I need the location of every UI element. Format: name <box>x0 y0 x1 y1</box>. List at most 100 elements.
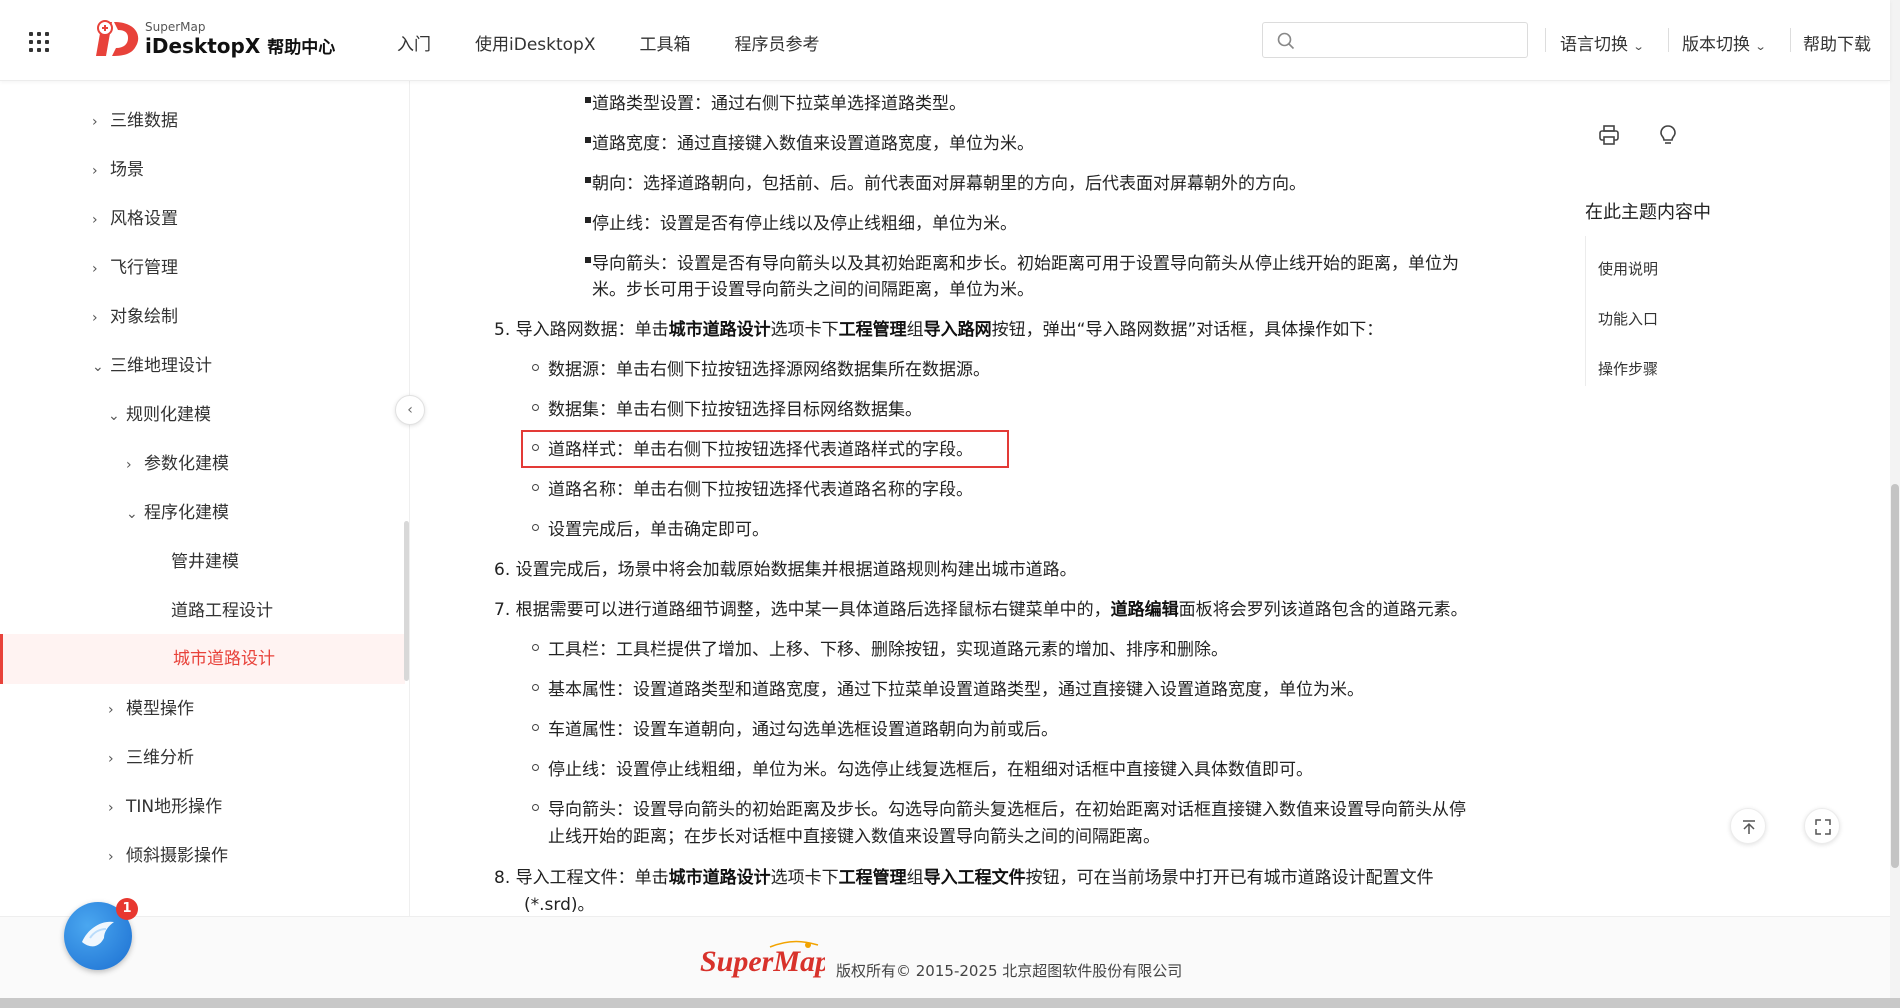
sidebar-item-3d-geodesign[interactable]: ⌄ 三维地理设计 <box>92 344 212 388</box>
apps-grid-icon[interactable] <box>29 32 49 52</box>
top-header: SuperMap iDesktopX 帮助中心 入门 使用iDesktopX 工… <box>0 0 1890 81</box>
toc-item-entry[interactable]: 功能入口 <box>1598 308 1658 329</box>
keyword: 工程管理 <box>838 868 907 888</box>
step-5: 5. 导入路网数据：单击城市道路设计选项卡下工程管理组导入路网按钮，弹出“导入路… <box>494 315 1383 340</box>
sidebar-item-road-engineering-design[interactable]: 道路工程设计 <box>171 589 273 633</box>
keyword: 城市道路设计 <box>668 320 771 340</box>
chevron-down-icon: ⌄ <box>1754 40 1767 53</box>
step-number: 5. <box>494 320 511 340</box>
help-download-link[interactable]: 帮助下载 <box>1803 30 1871 55</box>
bullet-circle <box>532 404 539 411</box>
brand-small: SuperMap <box>145 20 206 34</box>
lightbulb-icon[interactable] <box>1658 124 1678 146</box>
item-lane-properties: 车道属性：设置车道朝向，通过勾选单选框设置道路朝向为前或后。 <box>548 720 1058 740</box>
sidebar-item-scene[interactable]: › 场景 <box>92 148 144 192</box>
bullet-road-type: 道路类型设置：通过右侧下拉菜单选择道路类型。 <box>592 94 966 114</box>
copyright-text: 版权所有© 2015-2025 北京超图软件股份有限公司 <box>836 962 1183 980</box>
sidebar-item-label: 三维数据 <box>110 111 178 131</box>
bullet-stop-line: 停止线：设置是否有停止线以及停止线粗细，单位为米。 <box>592 214 1017 234</box>
bullet-guide-arrow-cont: 米。步长可用于设置导向箭头之间的间隔距离，单位为米。 <box>592 280 1034 300</box>
nav-using-idesktopx[interactable]: 使用iDesktopX <box>475 30 595 55</box>
step-text: 选项卡下 <box>770 320 839 340</box>
sidebar-item-3d-analysis[interactable]: › 三维分析 <box>108 736 194 780</box>
toc-title: 在此主题内容中 <box>1585 202 1711 223</box>
sidebar-item-label: 程序化建模 <box>144 503 229 523</box>
bullet-guide-arrow: 导向箭头：设置是否有导向箭头以及其初始距离和步长。初始距离可用于设置导向箭头从停… <box>592 254 1459 274</box>
step-text: 选项卡下 <box>770 868 839 888</box>
sidebar-item-label: 模型操作 <box>126 699 194 719</box>
header-divider <box>1668 28 1669 52</box>
version-switch-label: 版本切换 <box>1682 35 1750 55</box>
step-text: 按钮，弹出“导入路网数据”对话框，具体操作如下： <box>991 320 1384 340</box>
keyword: 导入路网 <box>923 320 992 340</box>
sidebar-item-tin-terrain[interactable]: › TIN地形操作 <box>108 785 222 829</box>
chevron-down-icon: ⌄ <box>108 408 120 424</box>
item-finish: 设置完成后，单击确定即可。 <box>548 520 769 540</box>
sidebar-item-label: 三维地理设计 <box>110 356 212 376</box>
chevron-down-icon: ⌄ <box>126 506 138 522</box>
sidebar-item-style-settings[interactable]: › 风格设置 <box>92 197 178 241</box>
bullet-circle <box>532 364 539 371</box>
bullet-circle <box>532 484 539 491</box>
step-number: 7. <box>494 600 511 620</box>
sidebar-item-label: 场景 <box>110 160 144 180</box>
supermap-logo: SuperMap <box>700 940 825 978</box>
item-toolbar: 工具栏：工具栏提供了增加、上移、下移、删除按钮，实现道路元素的增加、排序和删除。 <box>548 640 1228 660</box>
chevron-down-icon: ⌄ <box>1632 40 1645 53</box>
step-text: 组 <box>906 868 924 888</box>
search-input[interactable] <box>1303 27 1519 53</box>
back-to-top-button[interactable] <box>1730 808 1766 844</box>
item-dataset: 数据集：单击右侧下拉按钮选择目标网络数据集。 <box>548 400 922 420</box>
chevron-right-icon: › <box>108 849 114 865</box>
step-text: 组 <box>906 320 924 340</box>
sidebar-scrollbar[interactable] <box>404 521 409 681</box>
arrow-up-icon <box>1743 820 1755 834</box>
bullet-circle <box>532 444 539 451</box>
toc-item-usage[interactable]: 使用说明 <box>1598 258 1658 279</box>
brand-suffix: 帮助中心 <box>267 38 336 58</box>
item-guide-arrow-cont: 止线开始的距离；在步长对话框中直接键入数值来设置导向箭头之间的间隔距离。 <box>548 827 1160 847</box>
brand-name: iDesktopX <box>145 34 261 58</box>
sidebar-item-3d-data[interactable]: › 三维数据 <box>92 99 178 143</box>
bullet-road-width: 道路宽度：通过直接键入数值来设置道路宽度，单位为米。 <box>592 134 1034 154</box>
step-text: 导入工程文件：单击 <box>515 868 669 888</box>
keyword: 工程管理 <box>838 320 907 340</box>
print-icon[interactable] <box>1598 124 1620 146</box>
item-road-name: 道路名称：单击右侧下拉按钮选择代表道路名称的字段。 <box>548 480 973 500</box>
bullet-circle <box>532 684 539 691</box>
sidebar-item-rule-modeling[interactable]: ⌄ 规则化建模 <box>108 393 211 437</box>
search-box[interactable] <box>1262 22 1528 58</box>
sidebar-item-object-drawing[interactable]: › 对象绘制 <box>92 295 178 339</box>
expand-icon <box>1815 819 1831 835</box>
search-icon <box>1277 32 1295 50</box>
brand[interactable]: SuperMap iDesktopX 帮助中心 <box>145 20 335 60</box>
nav-getting-started[interactable]: 入门 <box>397 30 431 55</box>
item-basic-properties: 基本属性：设置道路类型和道路宽度，通过下拉菜单设置道路类型，通过直接键入设置道路… <box>548 680 1364 700</box>
sidebar-nav: › 三维数据 › 场景 › 风格设置 › 飞行管理 › 对象绘制 ⌄ 三维地理设计 ⌄ 规则化… <box>0 81 410 916</box>
chevron-right-icon: › <box>92 261 98 277</box>
sidebar-item-procedural-modeling[interactable]: ⌄ 程序化建模 <box>126 491 229 535</box>
footer: SuperMap 版权所有© 2015-2025 北京超图软件股份有限公司 <box>0 916 1890 998</box>
fullscreen-button[interactable] <box>1804 808 1840 844</box>
nav-programmer-reference[interactable]: 程序员参考 <box>734 30 819 55</box>
collapse-sidebar-button[interactable]: ‹ <box>395 395 425 425</box>
keyword: 导入工程文件 <box>923 868 1026 888</box>
page-scrollbar-thumb[interactable] <box>1891 484 1899 868</box>
keyword: 城市道路设计 <box>668 868 771 888</box>
step-text: 根据需要可以进行道路细节调整，选中某一具体道路后选择鼠标右键菜单中的， <box>515 600 1111 620</box>
sidebar-item-flight-management[interactable]: › 飞行管理 <box>92 246 178 290</box>
sidebar-item-urban-road-design[interactable]: 城市道路设计 <box>173 637 275 681</box>
sidebar-item-parametric-modeling[interactable]: › 参数化建模 <box>126 442 229 486</box>
chevron-right-icon: › <box>92 212 98 228</box>
item-datasource: 数据源：单击右侧下拉按钮选择源网络数据集所在数据源。 <box>548 360 990 380</box>
toc-item-steps[interactable]: 操作步骤 <box>1598 358 1658 379</box>
language-switch-menu[interactable]: 语言切换 ⌄ <box>1560 30 1645 55</box>
sidebar-item-label: 规则化建模 <box>126 405 211 425</box>
idesktopx-logo <box>96 20 139 56</box>
header-divider <box>1545 28 1546 52</box>
sidebar-item-pipe-well-modeling[interactable]: 管井建模 <box>171 540 239 584</box>
nav-toolbox[interactable]: 工具箱 <box>639 30 690 55</box>
sidebar-item-oblique-photography[interactable]: › 倾斜摄影操作 <box>108 834 228 878</box>
version-switch-menu[interactable]: 版本切换 ⌄ <box>1682 30 1767 55</box>
sidebar-item-model-operations[interactable]: › 模型操作 <box>108 687 194 731</box>
